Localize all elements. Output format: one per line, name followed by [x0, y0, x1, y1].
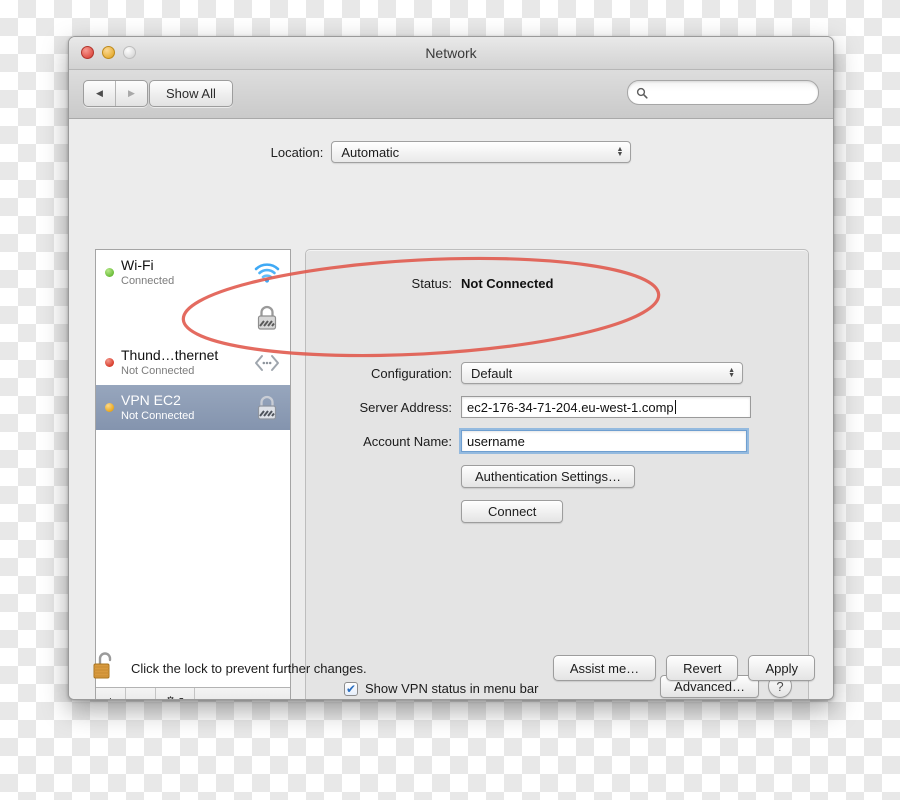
service-text: Wi-Fi Connected — [121, 257, 252, 288]
footer-buttons: Assist me… Revert Apply — [552, 655, 815, 681]
service-item-thunderbolt-ethernet[interactable]: Thund…thernet Not Connected — [96, 340, 290, 385]
network-service-sidebar: Wi-Fi Connected Thund…thernet Not Connec… — [95, 249, 291, 699]
forward-button[interactable]: ▶ — [116, 81, 147, 106]
status-label: Status: — [411, 276, 452, 291]
configuration-row: Configuration: Default ▲ ▼ — [306, 362, 743, 384]
location-selected-value: Automatic — [341, 144, 400, 160]
status-dot-red — [105, 358, 114, 367]
authentication-settings-button[interactable]: Authentication Settings… — [461, 465, 635, 488]
close-button[interactable] — [81, 46, 94, 59]
zoom-button — [123, 46, 136, 59]
account-name-field[interactable]: username — [461, 430, 747, 452]
service-item-redacted[interactable] — [96, 295, 290, 340]
location-label: Location: — [270, 144, 324, 160]
service-item-vpn-ec2[interactable]: VPN EC2 Not Connected — [96, 385, 290, 430]
service-name: VPN EC2 — [121, 392, 181, 408]
chevron-updown-icon: ▲ ▼ — [728, 367, 735, 379]
wifi-icon — [252, 257, 282, 289]
connect-row: Connect — [461, 500, 564, 523]
chevron-updown-icon: ▲ ▼ — [616, 146, 624, 158]
service-name: Thund…thernet — [121, 347, 219, 363]
lock-network-icon — [252, 392, 282, 424]
account-name-label: Account Name: — [363, 433, 452, 449]
location-popup[interactable]: Automatic ▲ ▼ — [331, 141, 632, 163]
revert-button[interactable]: Revert — [666, 655, 739, 681]
lock-network-icon — [252, 302, 282, 334]
service-state: Not Connected — [121, 410, 195, 422]
show-all-button[interactable]: Show All — [149, 80, 233, 107]
service-name: Wi-Fi — [121, 257, 154, 273]
server-address-label: Server Address: — [359, 399, 453, 415]
configuration-popup[interactable]: Default ▲ ▼ — [461, 362, 743, 384]
ethernet-icon — [252, 347, 282, 379]
network-preferences-window: Network ◀ ▶ Show All Location: Automatic — [68, 36, 834, 700]
server-address-field[interactable]: ec2-176-34-71-204.eu-west-1.comp — [461, 396, 751, 418]
configuration-value: Default — [471, 365, 513, 381]
window-footer: Click the lock to prevent further change… — [69, 634, 833, 699]
account-name-row: Account Name: username — [306, 430, 747, 452]
service-state: Connected — [121, 275, 175, 287]
location-row: Location: Automatic ▲ ▼ — [69, 141, 833, 163]
auth-settings-row: Authentication Settings… — [461, 465, 635, 488]
unlocked-padlock-icon[interactable] — [91, 650, 119, 687]
assist-me-button[interactable]: Assist me… — [552, 655, 657, 681]
lock-caption: Click the lock to prevent further change… — [131, 660, 367, 676]
server-address-row: Server Address: ec2-176-34-71-204.eu-wes… — [306, 396, 751, 418]
connect-button[interactable]: Connect — [461, 500, 564, 523]
service-item-wifi[interactable]: Wi-Fi Connected — [96, 250, 290, 295]
text-caret — [674, 400, 676, 414]
network-service-list: Wi-Fi Connected Thund…thernet Not Connec… — [96, 250, 290, 687]
nav-button-group: ◀ ▶ — [83, 80, 148, 107]
status-dot-green — [105, 268, 114, 277]
service-state: Not Connected — [121, 365, 195, 377]
configuration-label: Configuration: — [371, 365, 452, 381]
search-field[interactable] — [627, 80, 819, 105]
window-titlebar: Network — [69, 37, 833, 70]
status-value: Not Connected — [461, 276, 554, 291]
search-icon — [636, 87, 648, 99]
apply-button[interactable]: Apply — [748, 655, 815, 681]
lock-group[interactable]: Click the lock to prevent further change… — [91, 650, 367, 687]
preferences-content: Location: Automatic ▲▼ Wi-Fi Connected — [69, 119, 833, 699]
window-title: Network — [425, 45, 477, 61]
status-row: Status: Not Connected — [306, 276, 554, 291]
back-button[interactable]: ◀ — [84, 81, 116, 106]
account-name-value: username — [467, 433, 525, 449]
status-dot-orange — [105, 403, 114, 412]
search-input[interactable] — [653, 84, 797, 101]
service-text: Thund…thernet Not Connected — [121, 347, 252, 378]
service-text: VPN EC2 Not Connected — [121, 392, 252, 423]
traffic-lights — [81, 46, 136, 59]
server-address-value: ec2-176-34-71-204.eu-west-1.comp — [467, 399, 674, 415]
vpn-settings-panel: Status: Not Connected Configuration: Def… — [305, 249, 809, 699]
minimize-button[interactable] — [102, 46, 115, 59]
window-toolbar: ◀ ▶ Show All — [69, 70, 833, 119]
